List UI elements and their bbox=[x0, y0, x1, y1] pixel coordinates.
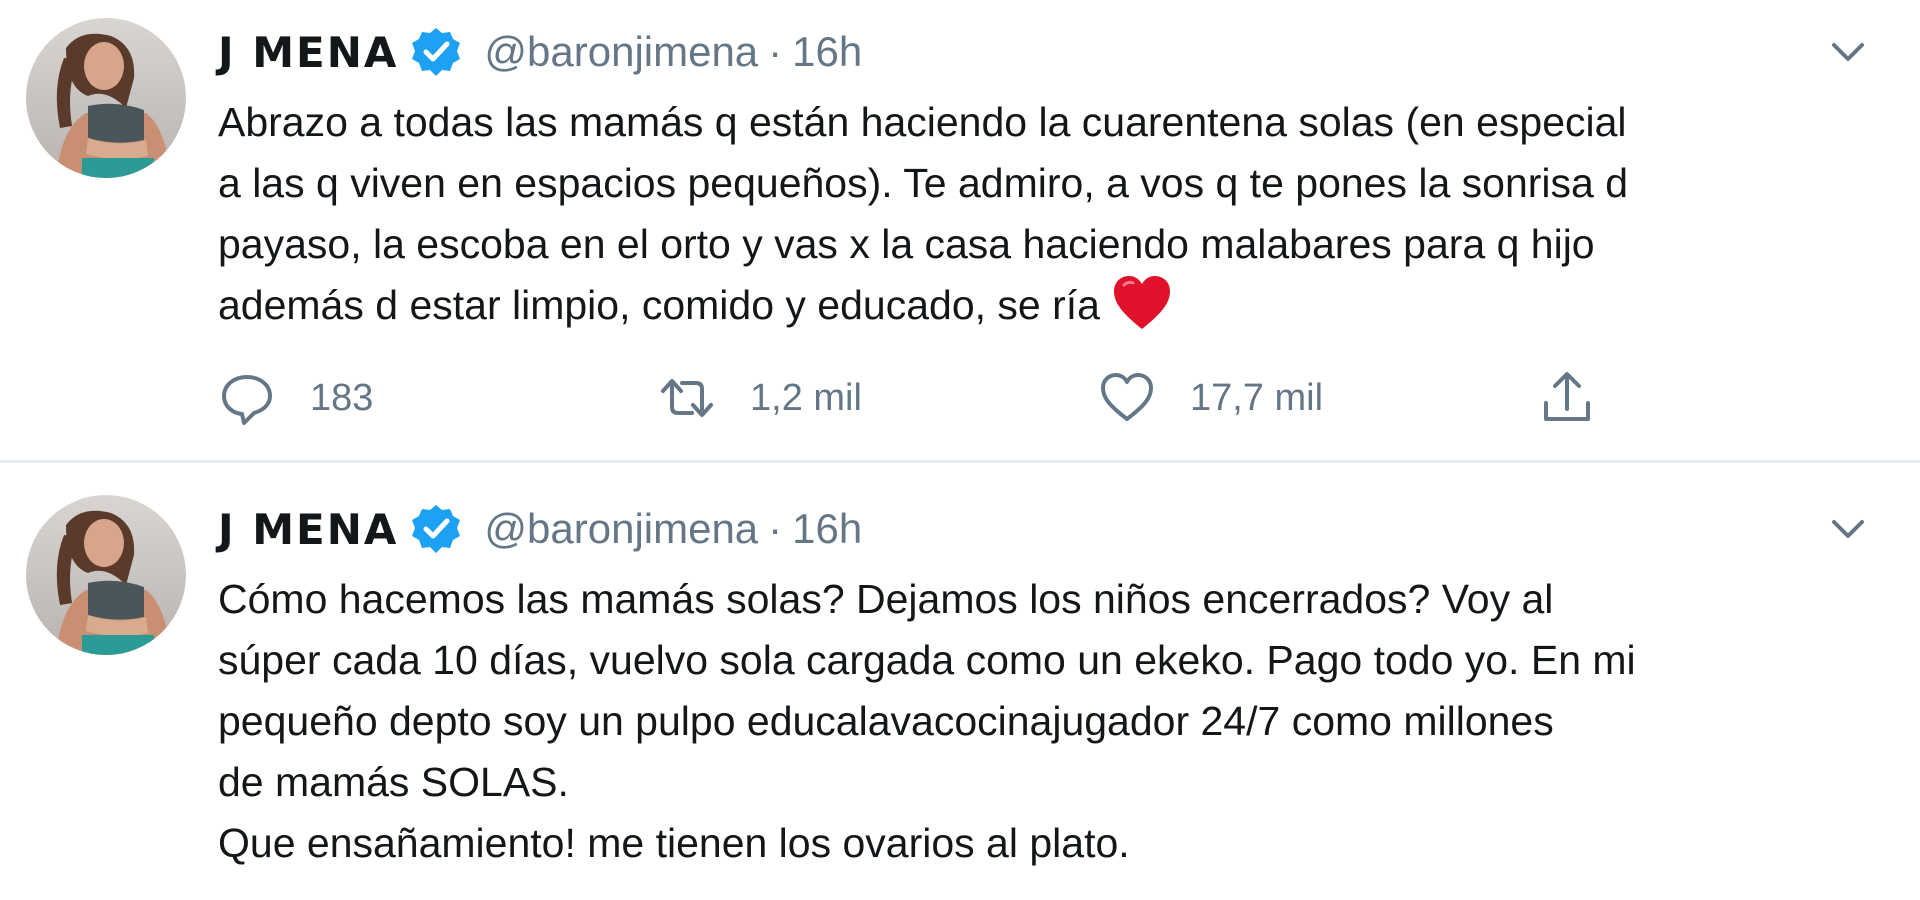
verified-badge-icon bbox=[410, 26, 462, 78]
user-handle[interactable]: @baronjimena bbox=[484, 28, 758, 76]
retweet-icon bbox=[661, 379, 713, 417]
retweet-count: 1,2 mil bbox=[750, 376, 862, 419]
tweet-text-line: a las q viven en espacios pequeños). Te … bbox=[218, 160, 1629, 206]
avatar[interactable] bbox=[26, 18, 186, 178]
reply-button[interactable]: 183 bbox=[218, 368, 373, 428]
heart-emoji-icon bbox=[1112, 275, 1172, 331]
timestamp[interactable]: 16h bbox=[792, 505, 862, 553]
retweet-button[interactable]: 1,2 mil bbox=[658, 368, 862, 428]
chevron-down-icon[interactable] bbox=[1826, 507, 1870, 551]
tweet[interactable]: J MENA @baronjimena · 16h Abrazo a todas… bbox=[0, 0, 1920, 462]
separator-dot: · bbox=[768, 28, 783, 75]
separator-dot: · bbox=[768, 505, 783, 552]
tweet-content: J MENA @baronjimena · 16h Abrazo a todas… bbox=[218, 24, 1870, 336]
tweet-text-line: payaso, la escoba en el orto y vas x la … bbox=[218, 221, 1595, 267]
reply-icon bbox=[222, 375, 272, 425]
tweet-text-line: Abrazo a todas las mamás q están haciend… bbox=[218, 99, 1627, 145]
tweet-text-line: además d estar limpio, comido y educado,… bbox=[218, 282, 1100, 328]
reply-count: 183 bbox=[310, 376, 374, 419]
timestamp[interactable]: 16h bbox=[792, 28, 862, 76]
tweet-content: J MENA @baronjimena · 16h Cómo hacemos l… bbox=[218, 501, 1870, 874]
heart-outline-icon bbox=[1101, 373, 1153, 421]
tweet-text-line: de mamás SOLAS. bbox=[218, 759, 569, 805]
like-button[interactable]: 17,7 mil bbox=[1098, 368, 1323, 428]
share-button[interactable] bbox=[1538, 368, 1596, 428]
tweet-actions: 183 1,2 mil 17,7 mil bbox=[218, 368, 1920, 428]
tweet-feed: J MENA @baronjimena · 16h Abrazo a todas… bbox=[0, 0, 1920, 900]
tweet-text-line: Cómo hacemos las mamás solas? Dejamos lo… bbox=[218, 576, 1554, 622]
tweet-text-line: Que ensañamiento! me tienen los ovarios … bbox=[218, 820, 1130, 866]
chevron-down-icon[interactable] bbox=[1826, 30, 1870, 74]
display-name[interactable]: J MENA bbox=[218, 28, 398, 77]
tweet-header: J MENA @baronjimena · 16h bbox=[218, 24, 1870, 80]
verified-badge-icon bbox=[410, 503, 462, 555]
tweet-text-line: súper cada 10 días, vuelvo sola cargada … bbox=[218, 637, 1636, 683]
tweet[interactable]: J MENA @baronjimena · 16h Cómo hacemos l… bbox=[0, 463, 1920, 900]
tweet-text-line: pequeño depto soy un pulpo educalavacoci… bbox=[218, 698, 1554, 744]
user-handle[interactable]: @baronjimena bbox=[484, 505, 758, 553]
tweet-header: J MENA @baronjimena · 16h bbox=[218, 501, 1870, 557]
avatar[interactable] bbox=[26, 495, 186, 655]
share-icon bbox=[1544, 372, 1590, 421]
like-count: 17,7 mil bbox=[1190, 376, 1324, 419]
tweet-text: Abrazo a todas las mamás q están haciend… bbox=[218, 92, 1870, 336]
display-name[interactable]: J MENA bbox=[218, 505, 398, 554]
tweet-text: Cómo hacemos las mamás solas? Dejamos lo… bbox=[218, 569, 1870, 874]
